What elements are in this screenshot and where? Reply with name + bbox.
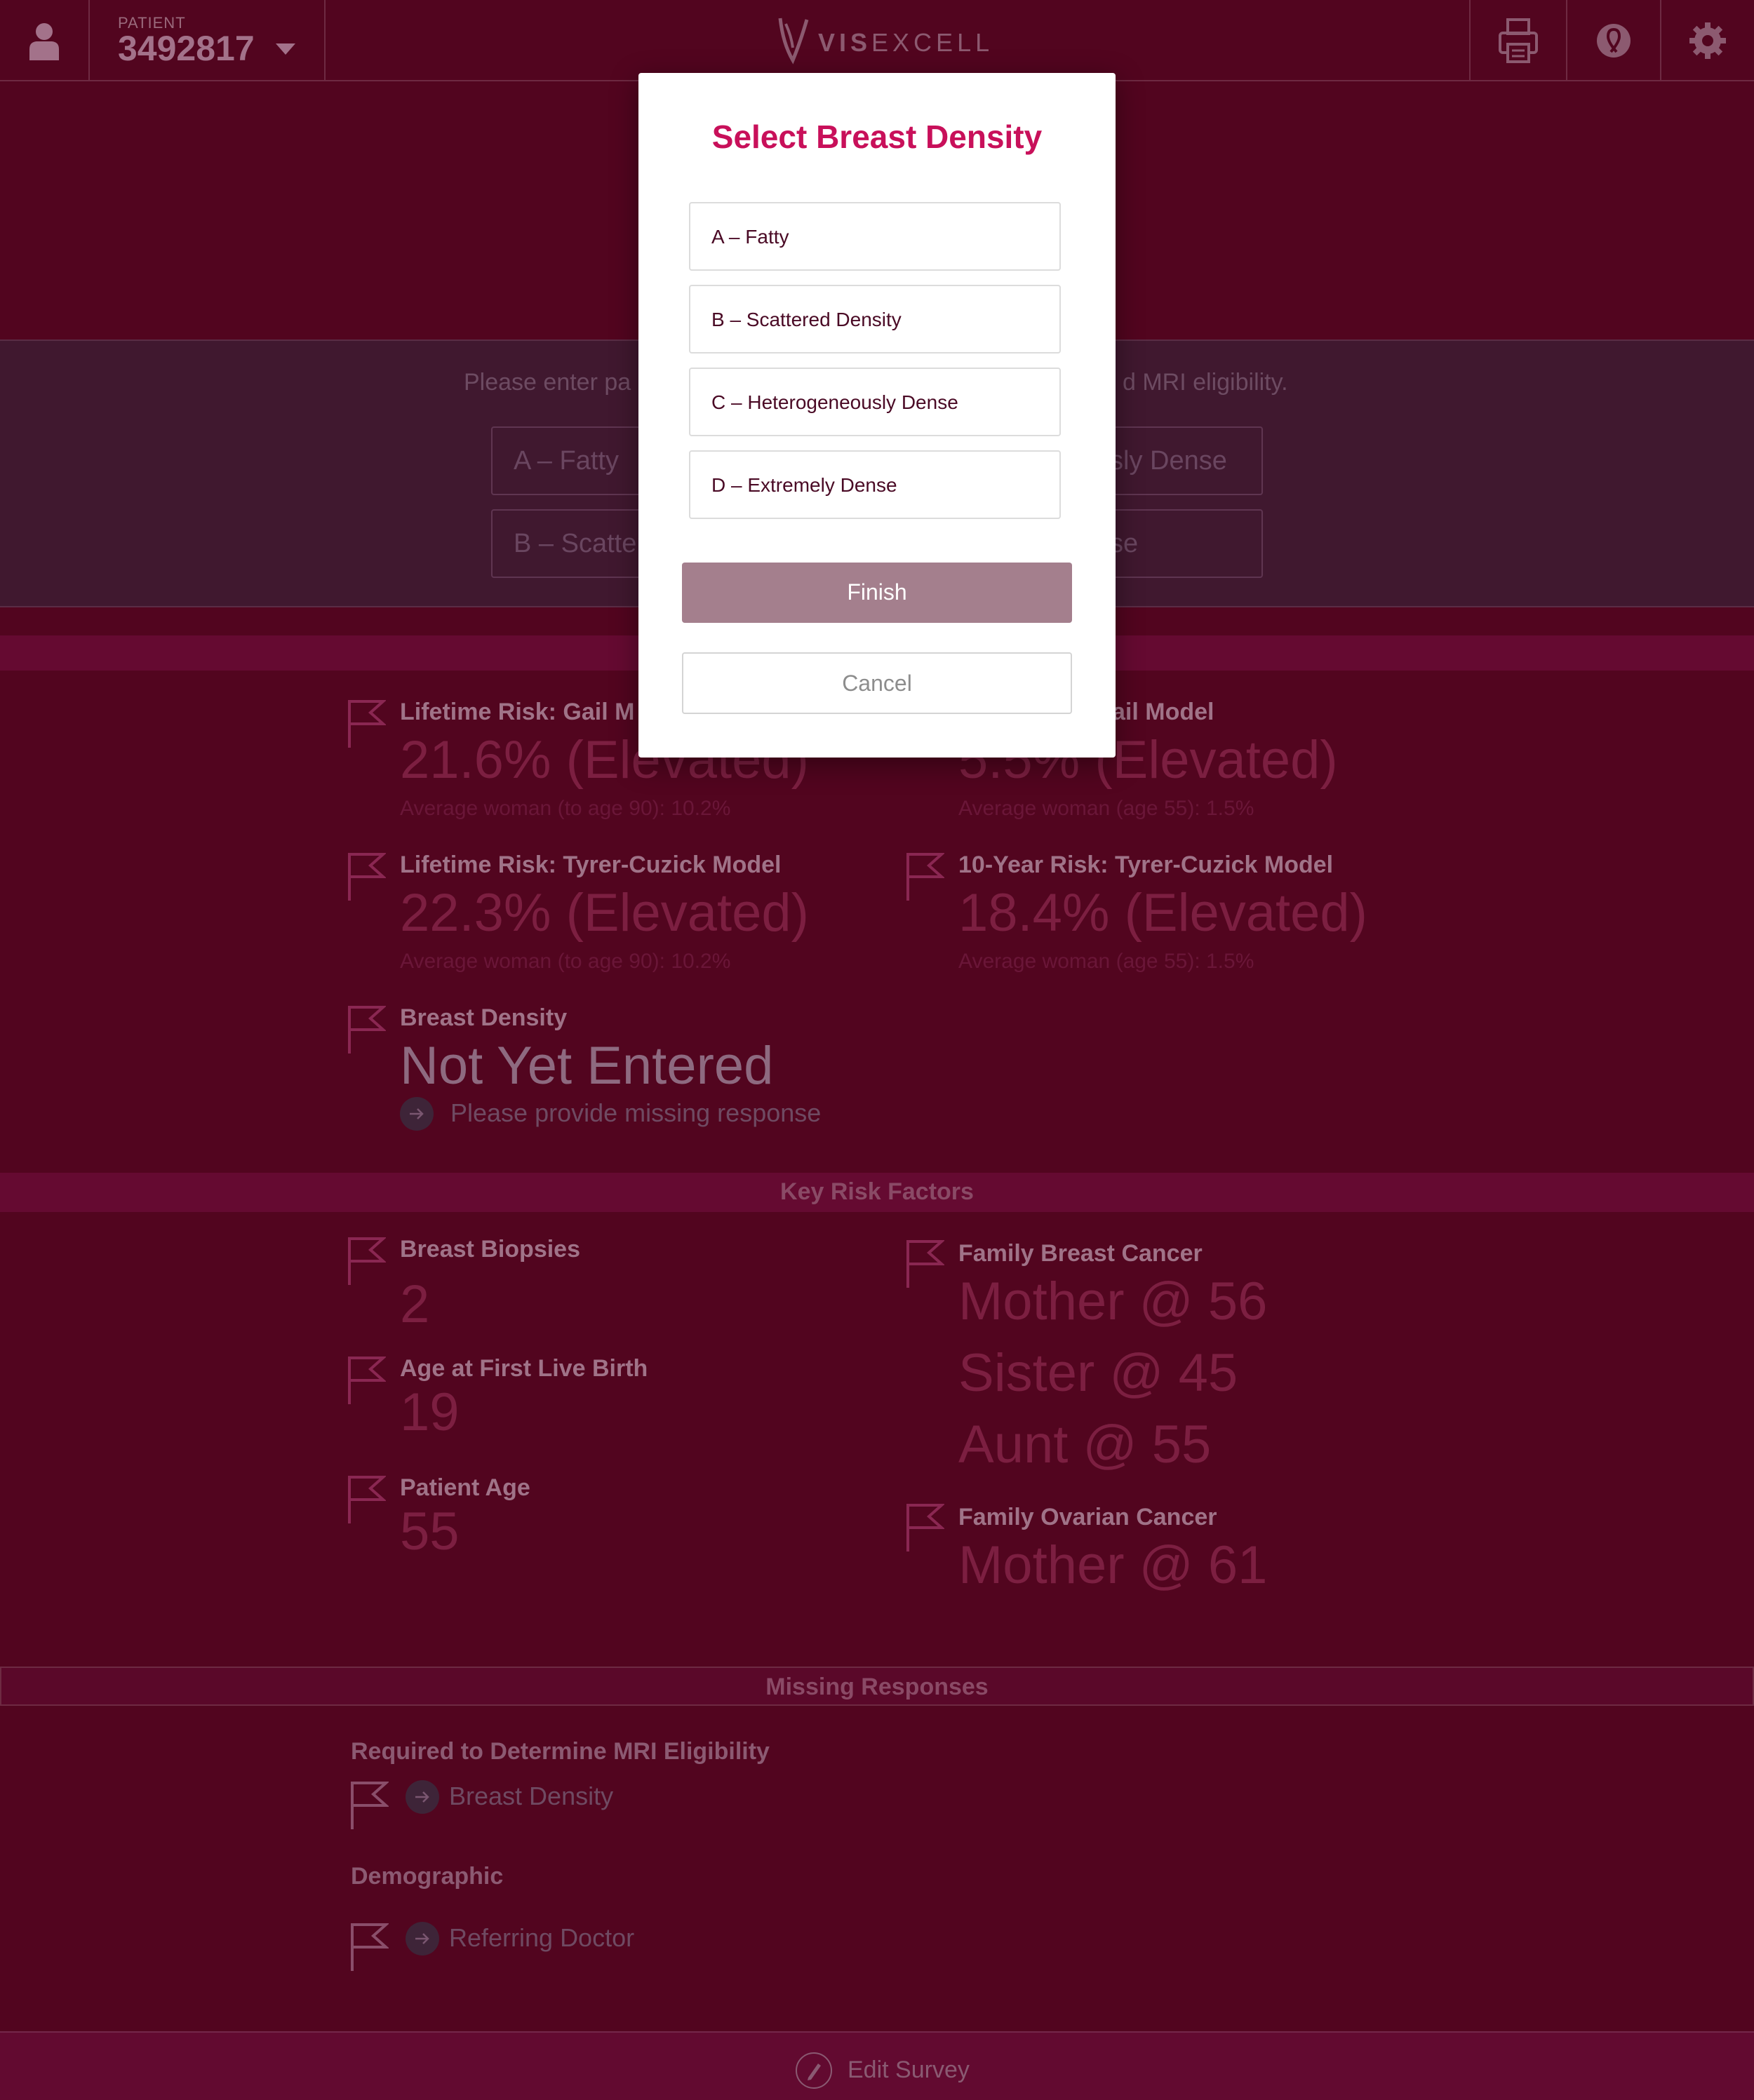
lifetime-risk-tc-average: Average woman (to age 90): 10.2%: [400, 950, 731, 973]
pencil-icon: [796, 2052, 832, 2089]
first-birth-title: Age at First Live Birth: [400, 1355, 648, 1382]
missing-responses-title: Missing Responses: [765, 1674, 989, 1700]
edit-survey-label: Edit Survey: [848, 2057, 970, 2083]
missing-response-link[interactable]: [400, 1097, 434, 1131]
flag-icon: [906, 1504, 944, 1552]
biopsies-value: 2: [400, 1274, 430, 1334]
print-button[interactable]: [1469, 0, 1567, 81]
family-ovarian-value: Mother @ 61: [958, 1535, 1268, 1595]
required-mri-title: Required to Determine MRI Eligibility: [351, 1738, 770, 1765]
flag-icon: [351, 1782, 389, 1829]
lifetime-risk-gail-average: Average woman (to age 90): 10.2%: [400, 797, 731, 820]
ten-year-risk-tc-title: 10-Year Risk: Tyrer-Cuzick Model: [958, 852, 1334, 878]
app-logo-text: VISEXCELL: [818, 28, 994, 57]
finish-button[interactable]: Finish: [682, 563, 1072, 623]
ten-year-risk-tc-average: Average woman (age 55): 1.5%: [958, 950, 1254, 973]
flag-icon: [348, 853, 386, 901]
breast-density-missing-link[interactable]: [406, 1780, 439, 1814]
finish-label: Finish: [847, 579, 907, 605]
key-factors-title: Key Risk Factors: [780, 1178, 974, 1205]
ten-year-risk-gail-title: ail Model: [1112, 699, 1214, 725]
referring-doctor-missing-link[interactable]: [406, 1922, 439, 1956]
ten-year-risk-gail-average: Average woman (age 55): 1.5%: [958, 797, 1254, 820]
arrow-right-icon: [410, 1108, 424, 1119]
lifetime-risk-gail-title: Lifetime Risk: Gail M: [400, 699, 635, 725]
flag-icon: [348, 1006, 386, 1054]
cancel-button[interactable]: Cancel: [682, 652, 1072, 714]
user-icon: [29, 23, 59, 60]
density-option-b[interactable]: B – Scattered Density: [689, 285, 1061, 354]
settings-button[interactable]: [1661, 0, 1754, 81]
chevron-down-icon: [276, 43, 295, 55]
header-bar: PATIENT 3492817 VISEXCELL: [0, 0, 1754, 81]
user-button[interactable]: [0, 0, 90, 81]
ribbon-icon: [1597, 24, 1631, 58]
lifetime-risk-tc-title: Lifetime Risk: Tyrer-Cuzick Model: [400, 852, 782, 878]
family-breast-value: Mother @ 56: [958, 1272, 1268, 1331]
first-birth-value: 19: [400, 1382, 460, 1442]
family-breast-value: Aunt @ 55: [958, 1415, 1212, 1474]
biopsies-title: Breast Biopsies: [400, 1236, 580, 1263]
bg-density-option-d[interactable]: se: [1109, 509, 1263, 578]
modal-title: Select Breast Density: [711, 119, 1043, 155]
flag-icon: [351, 1923, 389, 1971]
density-option-label: A – Fatty: [711, 226, 789, 248]
patient-selector[interactable]: PATIENT 3492817: [90, 0, 326, 81]
cancel-label: Cancel: [842, 671, 912, 696]
demographic-title: Demographic: [351, 1863, 504, 1890]
flag-icon: [348, 1357, 386, 1404]
breast-density-modal: Select Breast Density A – Fatty B – Scat…: [638, 73, 1116, 758]
lifetime-risk-tc-value: 22.3% (Elevated): [400, 883, 809, 943]
ten-year-risk-tc-value: 18.4% (Elevated): [958, 883, 1367, 943]
density-option-d[interactable]: D – Extremely Dense: [689, 450, 1061, 519]
density-option-c[interactable]: C – Heterogeneously Dense: [689, 368, 1061, 436]
breast-density-missing-item[interactable]: Breast Density: [449, 1782, 613, 1811]
flag-icon: [906, 1240, 944, 1288]
patient-id: 3492817: [118, 29, 255, 68]
flag-icon: [348, 1476, 386, 1523]
printer-icon: [1499, 18, 1538, 63]
missing-response-hint[interactable]: Please provide missing response: [450, 1098, 821, 1128]
family-breast-value: Sister @ 45: [958, 1343, 1238, 1403]
flag-icon: [348, 700, 386, 748]
logo-icon: [778, 18, 809, 65]
gear-icon: [1689, 22, 1726, 59]
ribbon-button[interactable]: [1567, 0, 1661, 81]
footer-bar: Edit Survey: [0, 2031, 1754, 2100]
density-option-label: D – Extremely Dense: [711, 474, 897, 496]
flag-icon: [348, 1237, 386, 1285]
density-option-label: C – Heterogeneously Dense: [711, 391, 958, 413]
family-breast-title: Family Breast Cancer: [958, 1240, 1203, 1267]
patient-age-title: Patient Age: [400, 1474, 530, 1501]
family-ovarian-title: Family Ovarian Cancer: [958, 1504, 1217, 1530]
breast-density-value: Not Yet Entered: [400, 1036, 774, 1096]
referring-doctor-missing-item[interactable]: Referring Doctor: [449, 1923, 634, 1953]
patient-age-value: 55: [400, 1502, 460, 1561]
flag-icon: [906, 853, 944, 901]
arrow-right-icon: [415, 1791, 429, 1803]
density-option-label: B – Scattered Density: [711, 309, 902, 330]
bg-density-option-c[interactable]: sly Dense: [1109, 426, 1263, 495]
breast-density-title: Breast Density: [400, 1004, 568, 1031]
arrow-right-icon: [415, 1933, 429, 1944]
density-option-a[interactable]: A – Fatty: [689, 202, 1061, 271]
